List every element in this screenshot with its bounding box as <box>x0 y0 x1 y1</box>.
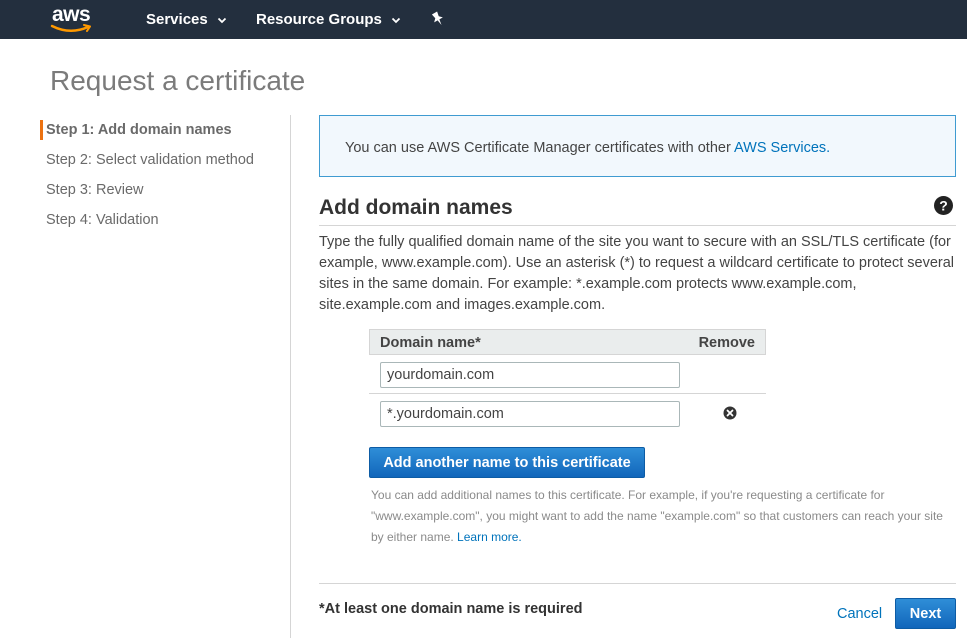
column-header-remove: Remove <box>698 335 755 351</box>
chevron-down-icon <box>217 17 226 23</box>
additional-names-hint: You can add additional names to this cer… <box>371 485 956 548</box>
services-menu[interactable]: Services <box>146 11 227 28</box>
aws-logo[interactable]: aws <box>50 4 96 34</box>
svg-text:?: ? <box>939 198 948 214</box>
domain-names-table: Domain name* Remove <box>369 329 766 433</box>
section-divider <box>319 225 956 226</box>
section-description: Type the fully qualified domain name of … <box>319 234 955 313</box>
domain-name-input[interactable] <box>380 362 680 388</box>
table-row <box>369 355 766 394</box>
add-another-name-button[interactable]: Add another name to this certificate <box>369 447 645 478</box>
domain-name-input[interactable] <box>380 401 680 427</box>
footer-divider <box>319 583 956 584</box>
page-title: Request a certificate <box>50 65 306 96</box>
next-button[interactable]: Next <box>895 598 956 629</box>
step-validation: Step 4: Validation <box>46 212 159 228</box>
remove-icon[interactable] <box>723 406 737 420</box>
resource-groups-menu[interactable]: Resource Groups <box>256 11 401 28</box>
info-message: You can use AWS Certificate Manager cert… <box>345 140 735 156</box>
cancel-button[interactable]: Cancel <box>837 605 882 623</box>
table-header: Domain name* Remove <box>369 329 766 355</box>
aws-logo-text: aws <box>52 3 91 26</box>
step-select-validation-method: Step 2: Select validation method <box>46 152 254 168</box>
aws-smile-icon <box>50 24 91 32</box>
column-header-domain-name: Domain name* <box>380 335 481 351</box>
top-nav-bar: aws Services Resource Groups <box>0 0 967 39</box>
pin-icon[interactable] <box>431 11 445 27</box>
table-row <box>369 394 766 433</box>
resource-groups-menu-label: Resource Groups <box>256 11 382 28</box>
services-menu-label: Services <box>146 11 208 28</box>
info-box: You can use AWS Certificate Manager cert… <box>319 115 956 177</box>
sidebar-divider <box>290 115 291 638</box>
step-add-domain-names[interactable]: Step 1: Add domain names <box>40 119 290 149</box>
help-icon[interactable]: ? <box>934 196 953 215</box>
required-note: *At least one domain name is required <box>319 601 583 617</box>
info-text: You can use AWS Certificate Manager cert… <box>345 139 830 157</box>
learn-more-link[interactable]: Learn more. <box>457 530 522 544</box>
aws-services-link[interactable]: AWS Services. <box>734 140 830 156</box>
step-review: Step 3: Review <box>46 182 144 198</box>
section-title: Add domain names <box>319 196 513 219</box>
wizard-steps: Step 1: Add domain names Step 2: Select … <box>40 119 290 239</box>
chevron-down-icon <box>391 17 401 23</box>
